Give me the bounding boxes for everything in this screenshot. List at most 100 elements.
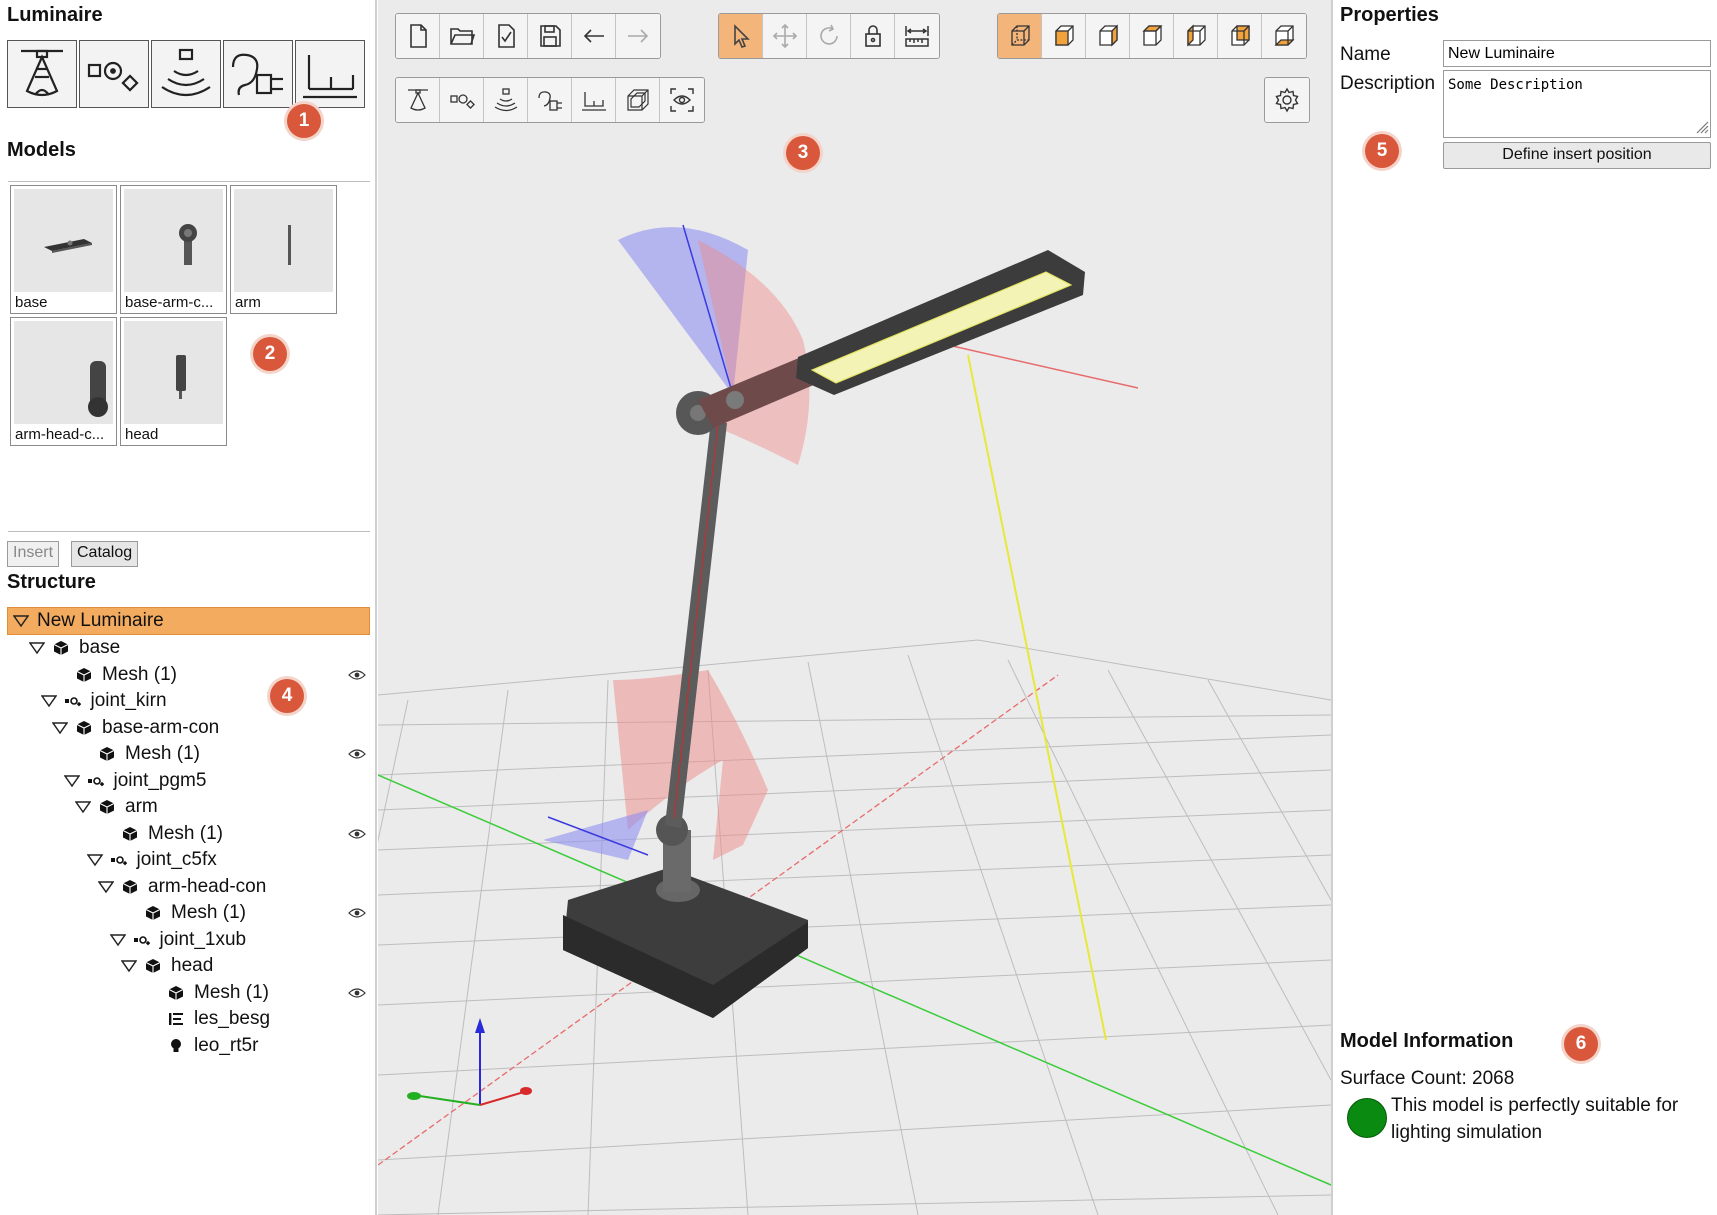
eye-icon[interactable]: [348, 669, 366, 681]
undo-button[interactable]: [572, 14, 616, 58]
view-top-button[interactable]: [1130, 14, 1174, 58]
move-icon: [772, 23, 797, 49]
tree-item[interactable]: joint_1xub: [109, 927, 246, 953]
tree-item[interactable]: Mesh (1): [168, 980, 269, 1006]
view-right-button[interactable]: [1086, 14, 1130, 58]
eye-icon[interactable]: [348, 828, 366, 840]
joint-icon: [87, 61, 139, 92]
category-luminaire-head-button[interactable]: [7, 40, 77, 108]
chevron-down-icon[interactable]: [63, 774, 80, 788]
view-back-button[interactable]: [1218, 14, 1262, 58]
chevron-down-icon[interactable]: [86, 853, 103, 867]
chevron-down-icon[interactable]: [29, 641, 45, 655]
model-tile-head[interactable]: head: [120, 317, 227, 446]
focus-view-button[interactable]: [660, 78, 704, 122]
model-thumbnail: [124, 189, 223, 292]
category-emitter-button[interactable]: [151, 40, 221, 108]
define-insert-position-button[interactable]: Define insert position: [1443, 142, 1711, 169]
tree-item[interactable]: head: [121, 953, 213, 979]
tree-root-label: New Luminaire: [37, 610, 164, 631]
tree-item-label: joint_c5fx: [136, 849, 217, 870]
plug-icon: [537, 91, 562, 111]
chevron-down-icon[interactable]: [52, 721, 68, 735]
divider: [8, 181, 370, 182]
model-information-title: Model Information: [1340, 1030, 1514, 1052]
chevron-down-icon[interactable]: [75, 800, 91, 814]
new-file-button[interactable]: [396, 14, 440, 58]
category-base-button[interactable]: [295, 40, 365, 108]
insert-base-button[interactable]: [572, 78, 616, 122]
category-plug-button[interactable]: [223, 40, 293, 108]
visibility-toggle[interactable]: [348, 987, 366, 999]
gear-icon: [1275, 87, 1299, 113]
callout-badge-4: 4: [270, 679, 304, 713]
tree-item[interactable]: arm: [75, 794, 158, 820]
visibility-toggle[interactable]: [348, 828, 366, 840]
chevron-down-icon[interactable]: [13, 614, 29, 628]
3d-viewport[interactable]: 3: [378, 0, 1331, 1215]
view-front-button[interactable]: [1042, 14, 1086, 58]
tree-item[interactable]: Mesh (1): [145, 900, 246, 926]
move-tool-button[interactable]: [763, 14, 807, 58]
luminaire-title: Luminaire: [7, 4, 103, 26]
tree-item[interactable]: joint_pgm5: [63, 768, 206, 794]
tree-item[interactable]: Mesh (1): [99, 741, 200, 767]
chevron-down-icon[interactable]: [98, 880, 114, 894]
rotate-tool-button[interactable]: [807, 14, 851, 58]
eye-icon[interactable]: [348, 907, 366, 919]
tree-item[interactable]: base-arm-con: [52, 715, 219, 741]
insert-plug-button[interactable]: [528, 78, 572, 122]
wireframe-button[interactable]: [616, 78, 660, 122]
model-label: base-arm-c...: [125, 294, 214, 311]
tree-item[interactable]: leo_rt5r: [168, 1033, 258, 1059]
description-textarea[interactable]: Some Description: [1443, 70, 1711, 138]
tree-item[interactable]: les_besg: [168, 1006, 270, 1032]
3d-scene[interactable]: [378, 0, 1331, 1215]
model-tile-base[interactable]: base: [10, 185, 117, 314]
view-toolbar: [997, 13, 1307, 59]
joint-icon: [110, 856, 127, 866]
models-title: Models: [7, 139, 76, 161]
save-button[interactable]: [528, 14, 572, 58]
eye-icon[interactable]: [348, 987, 366, 999]
model-tile-arm-head-con[interactable]: arm-head-c...: [10, 317, 117, 446]
category-joint-button[interactable]: [79, 40, 149, 108]
insert-joint-button[interactable]: [440, 78, 484, 122]
tab-catalog[interactable]: Catalog: [71, 541, 139, 567]
settings-button[interactable]: [1265, 78, 1309, 122]
check-file-button[interactable]: [484, 14, 528, 58]
tree-item[interactable]: Mesh (1): [122, 821, 223, 847]
view-perspective-button[interactable]: [998, 14, 1042, 58]
lock-button[interactable]: [851, 14, 895, 58]
view-left-button[interactable]: [1174, 14, 1218, 58]
tree-item[interactable]: joint_c5fx: [86, 847, 217, 873]
visibility-toggle[interactable]: [348, 748, 366, 760]
model-tile-base-arm-con[interactable]: base-arm-c...: [120, 185, 227, 314]
tree-item-label: Mesh (1): [194, 981, 269, 1003]
tab-insert[interactable]: Insert: [7, 541, 60, 567]
view-bottom-button[interactable]: [1262, 14, 1306, 58]
eye-icon[interactable]: [348, 748, 366, 760]
insert-emitter-button[interactable]: [484, 78, 528, 122]
insert-head-button[interactable]: [396, 78, 440, 122]
tree-item[interactable]: Mesh (1): [76, 662, 177, 688]
tree-root[interactable]: New Luminaire: [13, 608, 164, 634]
redo-button[interactable]: [616, 14, 660, 58]
tree-item-label: Mesh (1): [171, 902, 246, 923]
resize-grip-icon[interactable]: [1695, 120, 1709, 134]
visibility-toggle[interactable]: [348, 669, 366, 681]
open-folder-button[interactable]: [440, 14, 484, 58]
chevron-down-icon[interactable]: [121, 959, 137, 973]
tree-item[interactable]: arm-head-con: [98, 874, 266, 900]
tree-item[interactable]: base: [29, 635, 120, 661]
measure-button[interactable]: [895, 14, 939, 58]
tree-item[interactable]: joint_kirn: [40, 688, 167, 714]
visibility-toggle[interactable]: [348, 907, 366, 919]
top-cube-icon: [1141, 25, 1163, 46]
model-tile-arm[interactable]: arm: [230, 185, 337, 314]
model-label: head: [125, 426, 159, 443]
chevron-down-icon[interactable]: [109, 933, 126, 947]
name-input[interactable]: [1443, 40, 1711, 67]
chevron-down-icon[interactable]: [40, 694, 57, 708]
select-tool-button[interactable]: [719, 14, 763, 58]
